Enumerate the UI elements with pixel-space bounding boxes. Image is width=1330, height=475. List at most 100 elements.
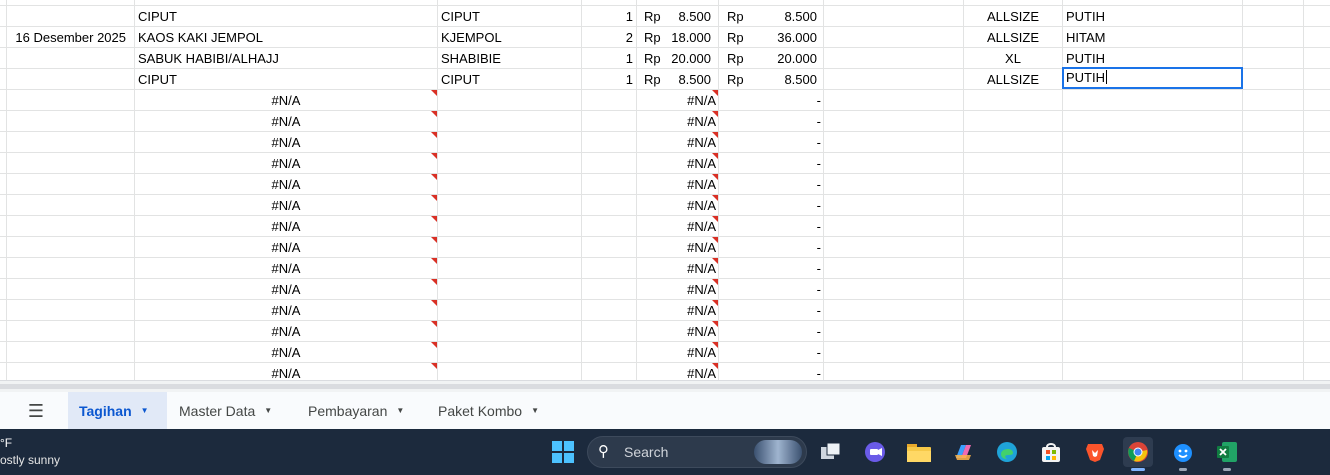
table-row: #N/A #N/A - (0, 132, 1330, 153)
price-error-cells[interactable]: #N/A - (0, 342, 1330, 363)
active-cell-editor[interactable]: PUTIH (1062, 67, 1243, 89)
empty-total: - (816, 282, 821, 297)
table-row: #N/A #N/A - (0, 174, 1330, 195)
table-row: SABUK HABIBI/ALHAJJ SHABIBIE 1 Rp 20.000 Rp 20… (0, 48, 1330, 69)
all-sheets-button[interactable]: ☰ (22, 400, 50, 422)
error-indicator-icon[interactable] (712, 153, 718, 159)
price-error-cells[interactable]: #N/A - (0, 300, 1330, 321)
tab-pembayaran[interactable]: Pembayaran ▼ (297, 392, 427, 429)
brave-browser-button[interactable] (1080, 437, 1110, 467)
text-caret (1106, 70, 1107, 84)
running-indicator (1179, 468, 1187, 471)
currency-label: Rp (644, 30, 661, 45)
price-error-cells[interactable]: #N/A - (0, 363, 1330, 380)
price-error-cells[interactable]: #N/A - (0, 132, 1330, 153)
error-indicator-icon[interactable] (712, 300, 718, 306)
table-row: 16 Desember 2025 KAOS KAKI JEMPOL KJEMPOL 2… (0, 27, 1330, 48)
size-cell[interactable]: XL (964, 48, 1062, 69)
excel-button[interactable] (1212, 437, 1242, 471)
error-indicator-icon[interactable] (712, 216, 718, 222)
table-row: #N/A #N/A - (0, 300, 1330, 321)
file-explorer-button[interactable] (904, 437, 934, 467)
microsoft-store-button[interactable] (1036, 437, 1066, 467)
unit-price: 8.500 (678, 72, 711, 87)
error-indicator-icon[interactable] (712, 258, 718, 264)
spreadsheet-grid[interactable]: CIPUT CIPUT 1 Rp 8.500 Rp 8.500 ALLSIZE PUTIH 16 … (0, 0, 1330, 380)
tab-tagihan[interactable]: Tagihan ▼ (68, 392, 167, 429)
currency-label: Rp (644, 72, 661, 87)
search-highlight-image (754, 440, 802, 464)
error-indicator-icon[interactable] (712, 174, 718, 180)
copilot-button[interactable] (948, 437, 978, 467)
price-error-cells[interactable]: #N/A - (0, 195, 1330, 216)
running-indicator (1131, 468, 1145, 471)
error-indicator-icon[interactable] (712, 342, 718, 348)
taskbar-search[interactable]: ⚲ Search (587, 436, 807, 468)
table-row: #N/A #N/A - (0, 111, 1330, 132)
empty-total: - (816, 219, 821, 234)
start-button[interactable] (548, 437, 578, 467)
windows-taskbar: °F ostly sunny ⚲ Search (0, 429, 1330, 475)
line-total: 8.500 (784, 9, 817, 24)
error-indicator-icon[interactable] (712, 237, 718, 243)
weather-description[interactable]: ostly sunny (0, 453, 60, 467)
weather-temperature[interactable]: °F (0, 436, 12, 450)
chat-app-button[interactable] (860, 437, 890, 467)
table-row: #N/A #N/A - (0, 216, 1330, 237)
table-row: #N/A #N/A - (0, 321, 1330, 342)
empty-total: - (816, 366, 821, 380)
chrome-browser-button[interactable] (1123, 437, 1153, 471)
error-indicator-icon[interactable] (712, 279, 718, 285)
smiley-assistant-icon (1174, 444, 1192, 462)
horizontal-scrollbar[interactable] (0, 380, 1330, 392)
unit-price: 8.500 (678, 9, 711, 24)
currency-label: Rp (727, 30, 744, 45)
chat-icon (865, 442, 885, 462)
price-error-cells[interactable]: #N/A - (0, 90, 1330, 111)
price-error-cells[interactable]: #N/A - (0, 216, 1330, 237)
empty-total: - (816, 135, 821, 150)
price-error-cells[interactable]: #N/A - (0, 153, 1330, 174)
currency-label: Rp (727, 72, 744, 87)
price-error-cells[interactable]: #N/A - (0, 321, 1330, 342)
size-cell[interactable]: ALLSIZE (964, 27, 1062, 48)
table-row: #N/A #N/A - (0, 342, 1330, 363)
price-error-cells[interactable]: #N/A - (0, 279, 1330, 300)
size-cell[interactable]: ALLSIZE (964, 69, 1062, 90)
edge-icon (997, 442, 1017, 462)
search-icon: ⚲ (598, 443, 609, 460)
price-error-cells[interactable]: #N/A - (0, 111, 1330, 132)
chrome-icon (1128, 442, 1148, 462)
error-indicator-icon[interactable] (712, 195, 718, 201)
size-cell[interactable]: ALLSIZE (964, 6, 1062, 27)
empty-total: - (816, 261, 821, 276)
color-cell[interactable]: PUTIH (1063, 48, 1243, 69)
empty-total: - (816, 345, 821, 360)
error-indicator-icon[interactable] (712, 132, 718, 138)
price-error-cells[interactable]: #N/A - (0, 174, 1330, 195)
color-cell[interactable]: HITAM (1063, 27, 1243, 48)
empty-total: - (816, 156, 821, 171)
table-row: #N/A #N/A - (0, 237, 1330, 258)
error-indicator-icon[interactable] (712, 90, 718, 96)
empty-total: - (816, 240, 821, 255)
error-indicator-icon[interactable] (712, 321, 718, 327)
error-indicator-icon[interactable] (712, 111, 718, 117)
chevron-down-icon: ▼ (264, 406, 273, 415)
tab-paket-kombo[interactable]: Paket Kombo ▼ (427, 392, 557, 429)
tab-master-data[interactable]: Master Data ▼ (168, 392, 296, 429)
error-indicator-icon[interactable] (712, 363, 718, 369)
edge-browser-button[interactable] (992, 437, 1022, 467)
price-error-cells[interactable]: #N/A - (0, 258, 1330, 279)
assistant-app-button[interactable] (1168, 437, 1198, 471)
currency-label: Rp (644, 9, 661, 24)
color-cell[interactable]: PUTIH (1063, 6, 1243, 27)
empty-total: - (816, 93, 821, 108)
task-view-button[interactable] (816, 437, 846, 467)
currency-label: Rp (727, 51, 744, 66)
scrollbar-thumb[interactable] (0, 384, 1330, 389)
price-error-cells[interactable]: #N/A - (0, 237, 1330, 258)
tab-label: Tagihan (79, 402, 132, 419)
active-cell-value: PUTIH (1066, 70, 1105, 85)
unit-price: 18.000 (671, 30, 711, 45)
